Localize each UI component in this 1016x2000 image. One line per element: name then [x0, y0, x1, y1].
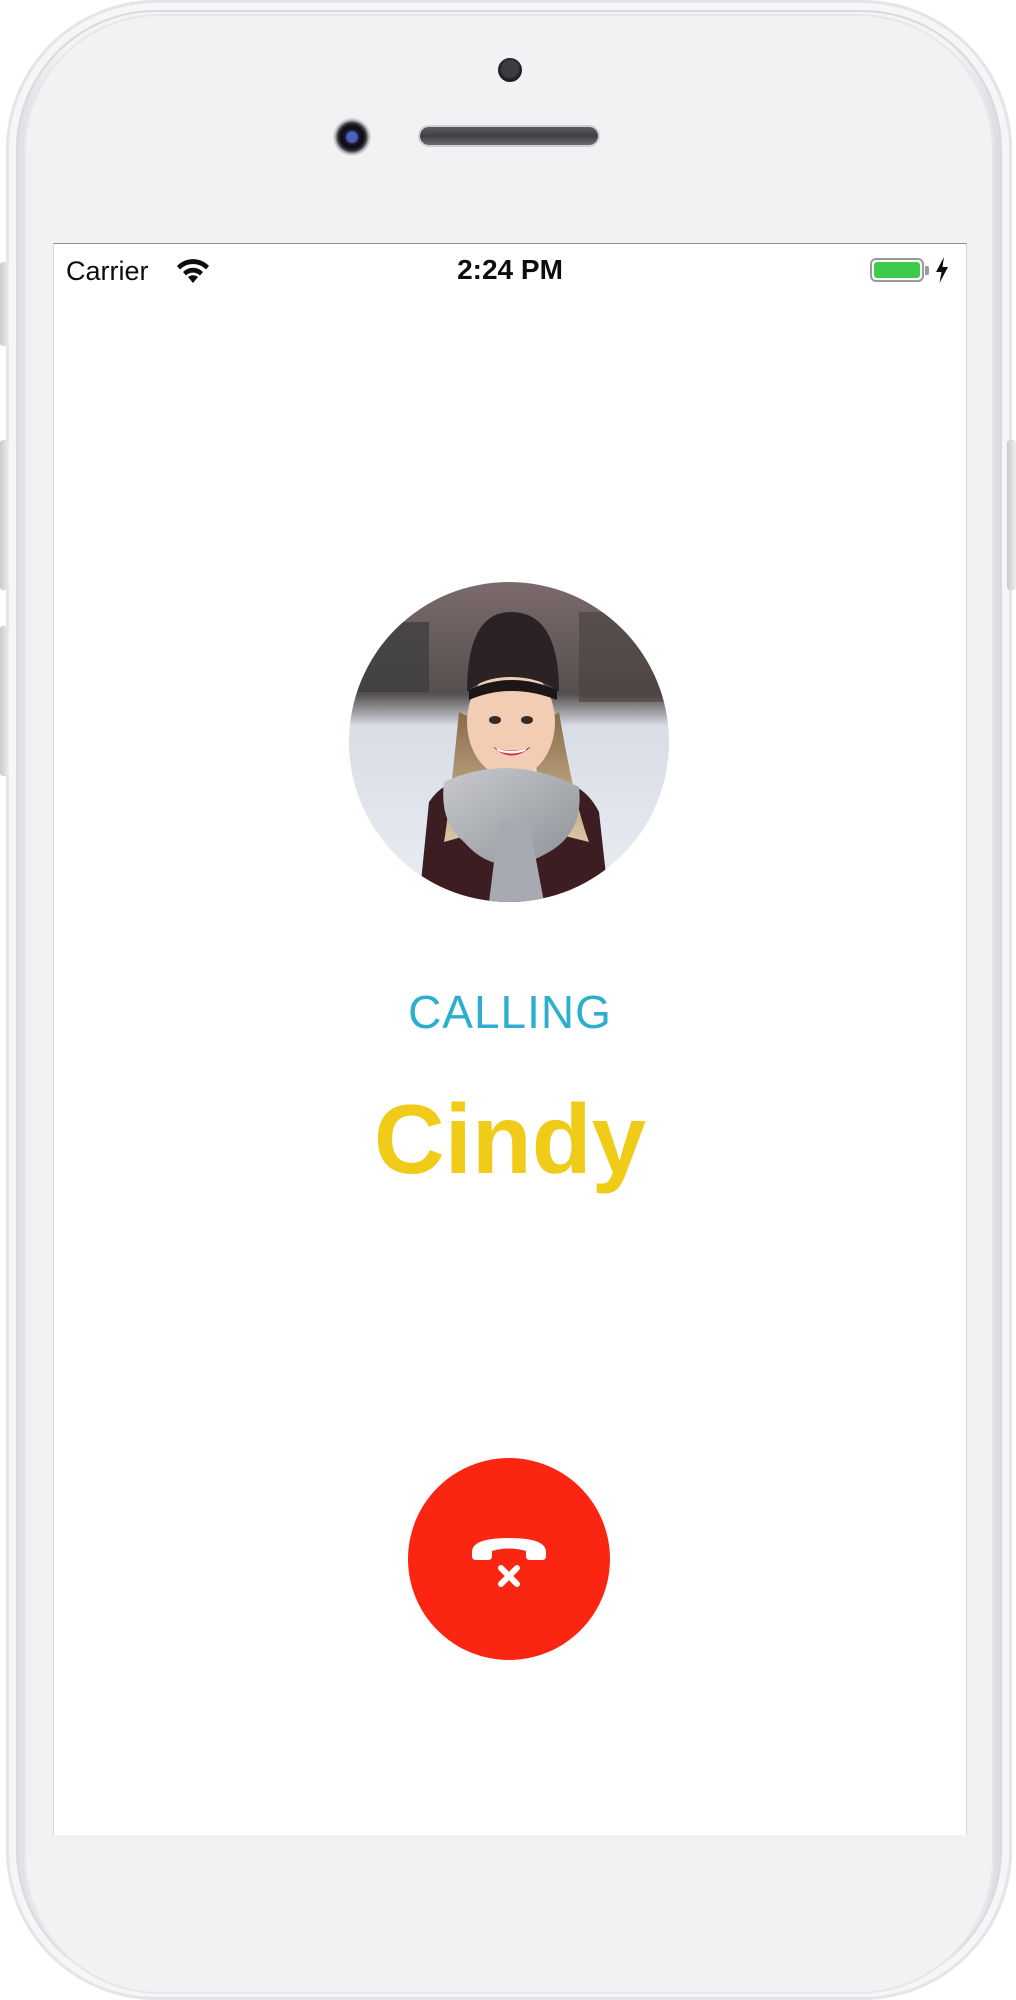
call-screen: Carrier 2:24 PM CALLING Cindy — [53, 243, 967, 1835]
contact-avatar — [349, 582, 669, 902]
contact-name: Cindy — [373, 1084, 647, 1194]
charging-bolt-icon — [936, 257, 948, 283]
power-button — [1007, 440, 1016, 590]
battery-icon — [870, 258, 924, 282]
battery-tip — [925, 266, 929, 275]
battery-level-fill — [874, 262, 920, 278]
proximity-sensor — [498, 58, 522, 82]
volume-up-button — [0, 440, 9, 590]
status-time: 2:24 PM — [457, 254, 563, 285]
status-bar: Carrier 2:24 PM — [54, 244, 966, 288]
end-call-button[interactable] — [408, 1458, 610, 1660]
mute-switch — [0, 262, 9, 346]
hang-up-phone-icon — [472, 1538, 546, 1587]
call-status-label: CALLING — [408, 986, 612, 1038]
earpiece-speaker — [420, 127, 598, 145]
volume-down-button — [0, 626, 9, 776]
front-camera — [333, 118, 371, 156]
